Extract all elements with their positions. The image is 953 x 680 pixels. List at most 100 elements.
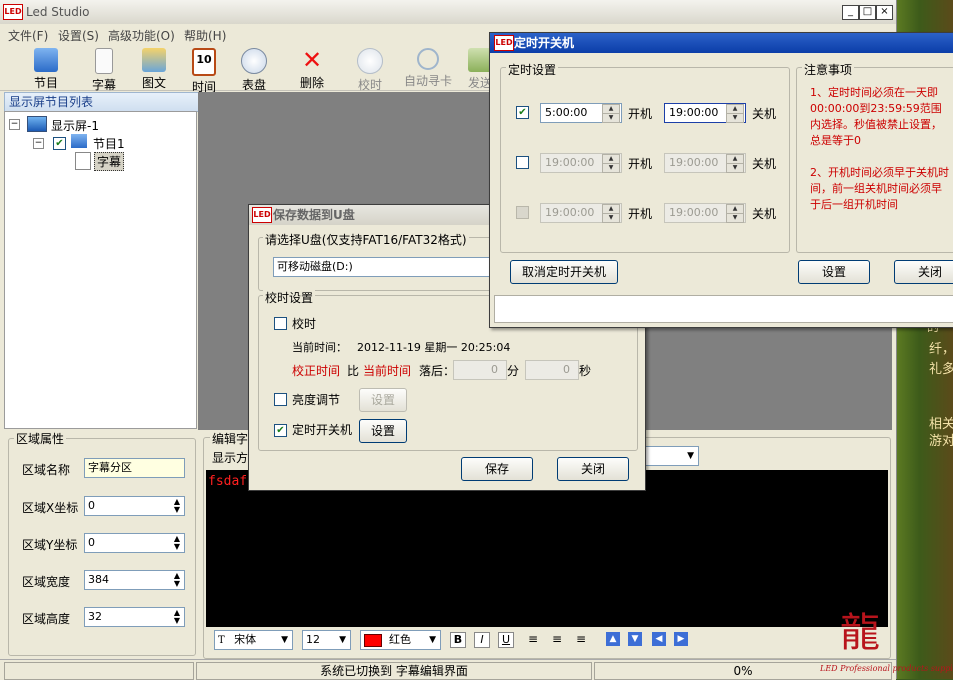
menu-help[interactable]: 帮助(H) (184, 27, 226, 44)
timer-set-button[interactable]: 设置 (798, 260, 870, 284)
italic-icon[interactable]: I (474, 632, 490, 648)
status-pane-left (4, 662, 194, 680)
timer-row-3-on-field[interactable]: 19:00:00 ▲ ▼ (540, 203, 622, 223)
spin-down-icon[interactable]: ▼ (602, 213, 620, 223)
brightness-settings-button[interactable]: 设置 (359, 388, 407, 412)
delay-seconds-field[interactable]: 0 (525, 360, 579, 380)
background-text: 纤， (929, 342, 953, 357)
font-size-select[interactable]: 12 ▼ (302, 630, 351, 650)
toolbar-label: 节目 (33, 76, 58, 90)
spinner-icon[interactable]: ▲ ▼ (171, 535, 183, 551)
area-properties-panel: 区域属性 区域名称 字幕分区 区域X坐标 0 ▲ ▼ 区域Y坐标 0 ▲ ▼ 区域宽度 … (4, 430, 196, 656)
area-width-field[interactable]: 384 ▲ ▼ (84, 570, 185, 590)
spin-down-icon[interactable]: ▼ (602, 113, 620, 123)
collapse-icon[interactable]: − (33, 138, 44, 149)
toolbar-image-text-button[interactable]: 图文 (128, 46, 180, 90)
area-height-value: 32 (88, 610, 102, 623)
tree-item-screen[interactable]: 显示屏-1 (51, 117, 99, 134)
image-text-icon (142, 48, 166, 72)
tree-program-checkbox[interactable]: ✔ (53, 137, 66, 150)
timer-row-2-checkbox[interactable] (516, 156, 529, 169)
spin-down-icon[interactable]: ▼ (726, 163, 744, 173)
notes-legend: 注意事项 (802, 61, 855, 78)
color-select[interactable]: 红色 ▼ (360, 630, 441, 650)
menu-settings[interactable]: 设置(S) (58, 27, 99, 44)
delay-minutes-value: 0 (491, 363, 498, 376)
bold-icon[interactable]: B (450, 632, 466, 648)
font-select[interactable]: T 宋体 ▼ (214, 630, 293, 650)
spin-down-icon[interactable]: ▼ (602, 163, 620, 173)
toolbar-sync-button[interactable]: 校时 (344, 46, 396, 92)
move-right-icon[interactable]: ▶ (674, 632, 688, 646)
timer-row-3-off-value: 19:00:00 (669, 206, 719, 219)
timer-row-1-on-field[interactable]: 5:00:00 ▲ ▼ (540, 103, 622, 123)
tree-item-program[interactable]: 节目1 (93, 135, 125, 152)
timer-row-3-checkbox[interactable] (516, 206, 529, 219)
background-text: 相关 (929, 417, 953, 432)
close-button[interactable]: 关闭 (557, 457, 629, 481)
menu-advanced[interactable]: 高级功能(O) (108, 27, 175, 44)
timer-close-button[interactable]: 关闭 (894, 260, 953, 284)
move-up-icon[interactable]: ▲ (606, 632, 620, 646)
maximize-icon[interactable]: □ (859, 5, 876, 20)
sync-time-checkbox[interactable] (274, 317, 287, 330)
toolbar-program-button[interactable]: 节目 (20, 46, 72, 90)
minimize-icon[interactable]: _ (842, 5, 859, 20)
correct-time-label: 校正时间 (292, 364, 341, 378)
spin-down-icon[interactable]: ▼ (726, 113, 744, 123)
align-center-icon[interactable]: ≡ (552, 632, 568, 646)
menu-file[interactable]: 文件(F) (8, 27, 48, 44)
timer-settings-button[interactable]: 设置 (359, 419, 407, 443)
udisk-select[interactable]: 可移动磁盘(D:) (273, 257, 498, 277)
spinner-icon[interactable]: ▲ ▼ (171, 609, 183, 625)
font-name: 宋体 (234, 633, 257, 646)
align-left-icon[interactable]: ≡ (528, 632, 544, 646)
area-height-field[interactable]: 32 ▲ ▼ (84, 607, 185, 627)
window-title: Led Studio (26, 5, 90, 19)
toolbar-search-card-button[interactable]: 自动寻卡 (396, 46, 460, 88)
toolbar-time-button[interactable]: 10 时间 (178, 46, 230, 94)
area-height-label: 区域高度 (22, 612, 71, 626)
app-logo-icon: LED (494, 35, 514, 51)
app-logo-icon: LED (3, 4, 23, 20)
dragon-logo-icon: 龍 (840, 610, 880, 656)
area-x-value: 0 (88, 499, 95, 512)
delay-minutes-field[interactable]: 0 (453, 360, 507, 380)
background-text: 游对 (929, 434, 953, 449)
move-down-icon[interactable]: ▼ (628, 632, 642, 646)
tree-item-subtitle[interactable]: 字幕 (94, 152, 125, 171)
toolbar-subtitle-button[interactable]: 字幕 (78, 46, 130, 92)
spin-down-icon[interactable]: ▼ (726, 213, 744, 223)
timer-row-2-off-field[interactable]: 19:00:00 ▲ ▼ (664, 153, 746, 173)
spinner-icon[interactable]: ▲ ▼ (171, 498, 183, 514)
area-name-field[interactable]: 字幕分区 (84, 458, 185, 478)
program-icon (71, 134, 87, 148)
timer-row-3-off-field[interactable]: 19:00:00 ▲ ▼ (664, 203, 746, 223)
save-button[interactable]: 保存 (461, 457, 533, 481)
area-y-field[interactable]: 0 ▲ ▼ (84, 533, 185, 553)
text-editor-area[interactable]: fsdaf (206, 470, 888, 627)
brand-caption: LED Professional products supplier (820, 664, 952, 673)
move-left-icon[interactable]: ◀ (652, 632, 666, 646)
timer-checkbox[interactable]: ✔ (274, 424, 287, 437)
timer-row-1-off-field[interactable]: 19:00:00 ▲ ▼ (664, 103, 746, 123)
toolbar-delete-button[interactable]: ✕ 删除 (286, 46, 338, 90)
timer-row-1-checkbox[interactable]: ✔ (516, 106, 529, 119)
time-sync-icon (357, 48, 383, 74)
timer-row-1-on-value: 5:00:00 (545, 106, 588, 119)
brightness-checkbox[interactable] (274, 393, 287, 406)
search-card-icon (417, 48, 439, 70)
close-icon[interactable]: × (876, 5, 893, 20)
timer-dialog: LED 定时开关机 定时设置 ✔ 5:00:00 ▲ ▼ 开机 19:00:00… (489, 32, 953, 328)
timer-row-2-on-field[interactable]: 19:00:00 ▲ ▼ (540, 153, 622, 173)
collapse-icon[interactable]: − (9, 119, 20, 130)
toolbar-dial-button[interactable]: 表盘 (228, 46, 280, 92)
align-right-icon[interactable]: ≡ (576, 632, 592, 646)
spinner-icon[interactable]: ▲ ▼ (171, 572, 183, 588)
underline-icon[interactable]: U (498, 632, 514, 648)
title-bar: LED Led Studio _ □ × (0, 0, 896, 25)
cancel-timer-button[interactable]: 取消定时开关机 (510, 260, 618, 284)
toolbar-label: 表盘 (241, 78, 266, 92)
area-x-field[interactable]: 0 ▲ ▼ (84, 496, 185, 516)
timer-titlebar: LED 定时开关机 (490, 33, 953, 53)
